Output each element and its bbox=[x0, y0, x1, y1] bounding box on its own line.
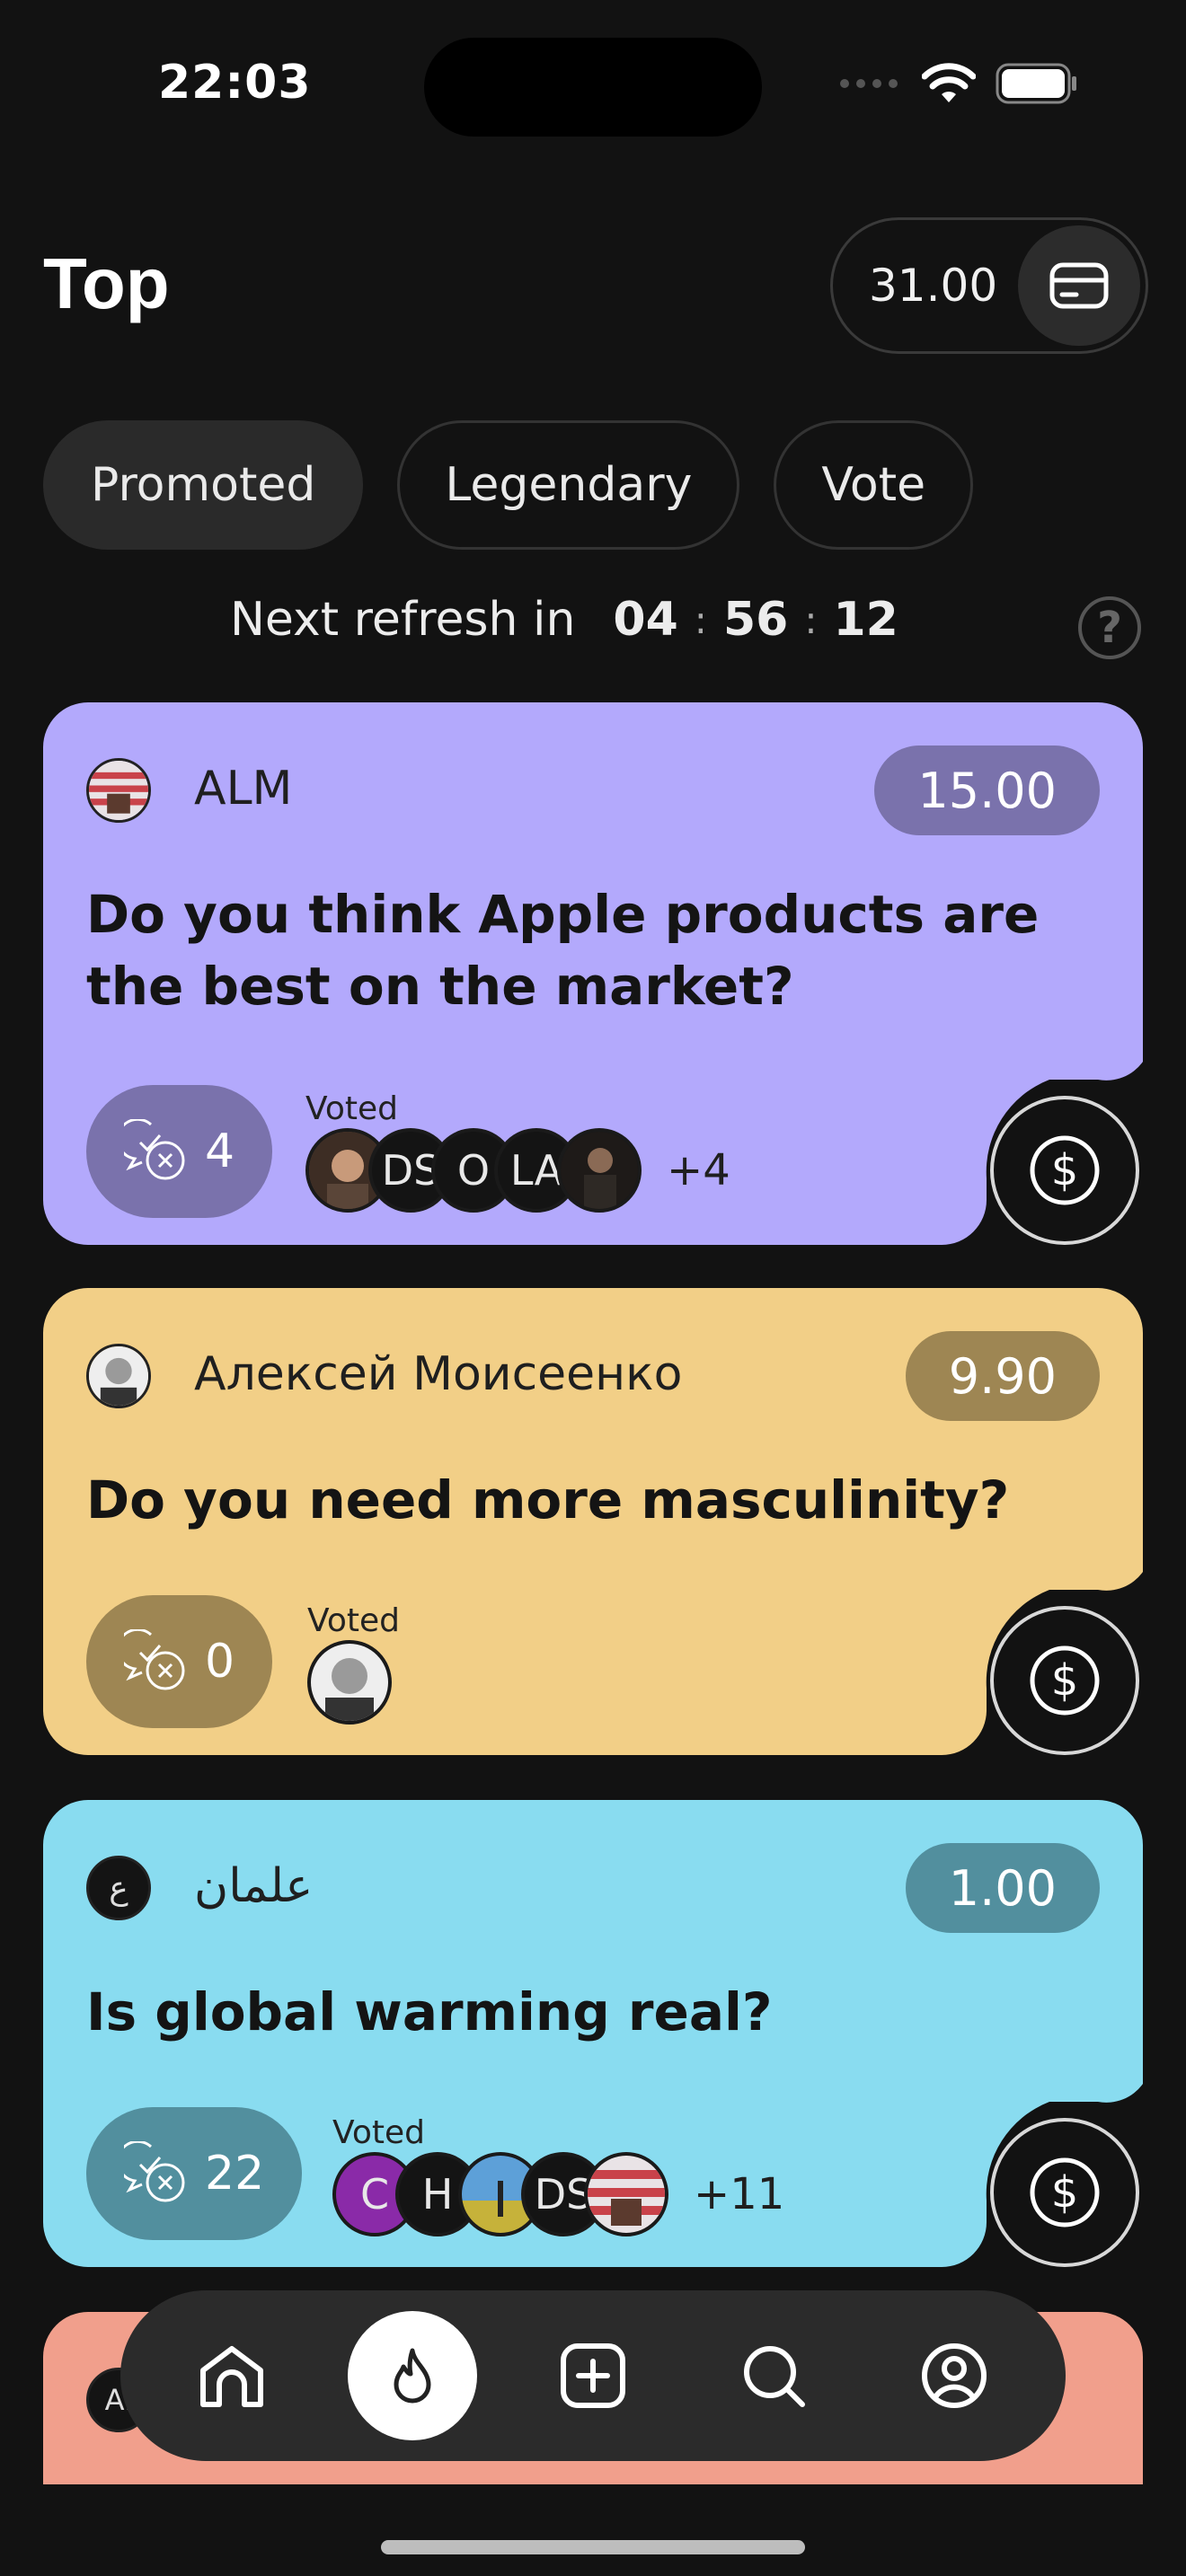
voter-avatars[interactable]: C H DS +11 bbox=[332, 2152, 784, 2236]
tip-button[interactable]: $ bbox=[990, 2118, 1139, 2267]
question-card[interactable]: ع علمان 1.00 Is global warming real? 22 … bbox=[43, 1800, 1143, 2267]
profile-icon bbox=[922, 2343, 987, 2408]
search-icon bbox=[744, 2346, 805, 2407]
add-icon bbox=[561, 2343, 625, 2408]
photo-avatar-icon bbox=[561, 1132, 638, 1209]
voted-label: Voted bbox=[307, 1602, 400, 1639]
wallet-balance[interactable]: 31.00 bbox=[830, 217, 1148, 354]
comments-count: 0 bbox=[205, 1635, 235, 1689]
svg-text:$: $ bbox=[1051, 2167, 1079, 2218]
question-card[interactable]: ALM 15.00 Do you think Apple products ar… bbox=[43, 702, 1143, 1245]
price-badge: 9.90 bbox=[905, 1331, 1100, 1421]
refresh-seconds: 12 bbox=[833, 593, 898, 647]
tab-legendary[interactable]: Legendary bbox=[397, 420, 740, 550]
nav-top[interactable] bbox=[348, 2311, 477, 2440]
wifi-icon bbox=[922, 63, 976, 102]
comments-button[interactable]: 22 bbox=[86, 2107, 303, 2240]
photo-avatar-icon bbox=[311, 1644, 388, 1721]
home-icon bbox=[200, 2346, 263, 2407]
fire-icon bbox=[394, 2348, 431, 2404]
nav-create[interactable] bbox=[528, 2311, 658, 2440]
bottom-nav bbox=[120, 2290, 1066, 2461]
chat-icon bbox=[124, 1629, 185, 1690]
author-avatar[interactable] bbox=[86, 1344, 151, 1408]
price-badge: 1.00 bbox=[905, 1843, 1100, 1933]
voter-avatar bbox=[557, 1128, 642, 1213]
more-voters-count: +11 bbox=[694, 2169, 785, 2219]
author-avatar[interactable] bbox=[86, 758, 151, 823]
refresh-countdown: Next refresh in 04 : 56 : 12 bbox=[230, 593, 898, 647]
author-name[interactable]: ALM bbox=[194, 762, 292, 816]
price-badge: 15.00 bbox=[874, 745, 1100, 835]
voted-label: Voted bbox=[332, 2114, 425, 2151]
voter-avatars[interactable] bbox=[307, 1640, 392, 1725]
nav-profile[interactable] bbox=[890, 2311, 1019, 2440]
dynamic-island bbox=[424, 38, 762, 137]
more-voters-count: +4 bbox=[667, 1145, 730, 1195]
dollar-icon: $ bbox=[1030, 1135, 1100, 1205]
chat-icon bbox=[124, 2141, 185, 2202]
wallet-button[interactable] bbox=[1018, 225, 1140, 346]
question-text: Do you need more masculinity? bbox=[86, 1469, 1010, 1531]
author-name[interactable]: علمان bbox=[194, 1859, 313, 1913]
comments-button[interactable]: 0 bbox=[86, 1595, 273, 1728]
dollar-icon: $ bbox=[1030, 2157, 1100, 2228]
nav-search[interactable] bbox=[709, 2311, 838, 2440]
tip-button[interactable]: $ bbox=[990, 1096, 1139, 1245]
tip-button[interactable]: $ bbox=[990, 1606, 1139, 1755]
question-text: Do you think Apple products are the best… bbox=[86, 884, 1040, 1017]
photo-avatar-icon bbox=[89, 1346, 148, 1406]
signal-dots-icon bbox=[840, 79, 898, 88]
status-time: 22:03 bbox=[158, 56, 312, 110]
svg-text:$: $ bbox=[1051, 1655, 1079, 1706]
refresh-hours: 04 bbox=[613, 593, 678, 647]
comments-count: 4 bbox=[205, 1125, 235, 1178]
card-icon bbox=[1049, 262, 1109, 309]
svg-text:$: $ bbox=[1051, 1145, 1079, 1195]
question-text: Is global warming real? bbox=[86, 1981, 773, 2042]
flag-avatar-icon bbox=[588, 2156, 665, 2233]
refresh-minutes: 56 bbox=[722, 593, 789, 647]
voter-avatars[interactable]: DS O LA +4 bbox=[305, 1128, 730, 1213]
author-name[interactable]: Алексей Моисеенко bbox=[194, 1347, 682, 1401]
balance-amount: 31.00 bbox=[869, 260, 998, 312]
filter-tabs: Promoted Legendary Vote bbox=[43, 420, 974, 550]
nav-home[interactable] bbox=[167, 2311, 296, 2440]
dollar-icon: $ bbox=[1030, 1645, 1100, 1716]
comments-button[interactable]: 4 bbox=[86, 1085, 273, 1218]
voter-avatar bbox=[584, 2152, 668, 2236]
tab-promoted[interactable]: Promoted bbox=[43, 420, 364, 550]
status-icons bbox=[839, 63, 1078, 104]
refresh-label: Next refresh in bbox=[230, 593, 576, 647]
author-avatar[interactable]: ع bbox=[86, 1856, 151, 1920]
help-icon[interactable]: ? bbox=[1078, 596, 1141, 659]
flag-avatar-icon bbox=[89, 761, 148, 820]
home-indicator bbox=[381, 2540, 805, 2554]
battery-icon bbox=[996, 63, 1076, 104]
comments-count: 22 bbox=[205, 2147, 265, 2201]
chat-icon bbox=[124, 1119, 185, 1180]
tab-vote[interactable]: Vote bbox=[774, 420, 974, 550]
page-title: Top bbox=[43, 243, 170, 323]
voter-avatar bbox=[307, 1640, 392, 1725]
question-card[interactable]: Алексей Моисеенко 9.90 Do you need more … bbox=[43, 1288, 1143, 1755]
voted-label: Voted bbox=[305, 1090, 398, 1127]
